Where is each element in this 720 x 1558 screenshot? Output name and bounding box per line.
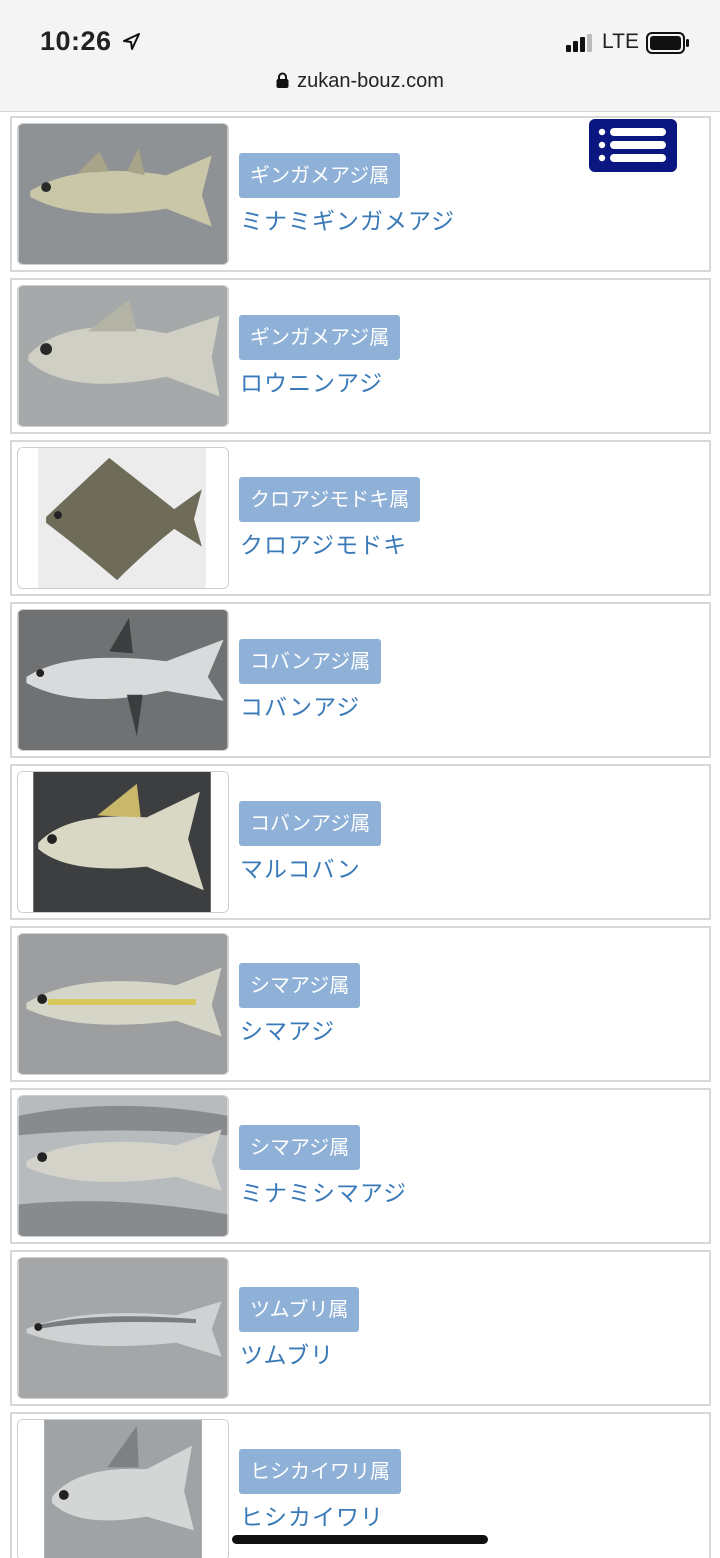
genus-badge[interactable]: シマアジ属: [239, 963, 361, 1008]
genus-badge[interactable]: コバンアジ属: [239, 639, 382, 684]
species-name-link[interactable]: ミナミギンガメアジ: [240, 202, 455, 236]
genus-badge[interactable]: ツムブリ属: [239, 1287, 360, 1332]
genus-badge[interactable]: コバンアジ属: [239, 801, 382, 846]
genus-badge[interactable]: ヒシカイワリ属: [239, 1449, 401, 1494]
genus-badge[interactable]: クロアジモドキ属: [239, 477, 421, 522]
species-name-link[interactable]: ミナミシマアジ: [240, 1174, 407, 1208]
list-item[interactable]: コバンアジ属 マルコバン: [10, 764, 711, 920]
list-item[interactable]: シマアジ属 ミナミシマアジ: [10, 1088, 711, 1244]
address-bar[interactable]: zukan-bouz.com: [0, 70, 720, 93]
fish-thumbnail[interactable]: [17, 1095, 229, 1237]
fish-photo-image: [18, 124, 228, 264]
fish-thumbnail[interactable]: [17, 123, 229, 265]
species-name-link[interactable]: コバンアジ: [240, 688, 360, 722]
species-name-link[interactable]: ロウニンアジ: [240, 364, 383, 398]
species-name-link[interactable]: シマアジ: [240, 1012, 335, 1046]
genus-badge[interactable]: ギンガメアジ属: [239, 315, 401, 360]
species-list: ギンガメアジ属 ミナミギンガメアジ ギンガメアジ属 ロウニンアジ クロアジモドキ…: [10, 116, 711, 1558]
list-item[interactable]: シマアジ属 シマアジ: [10, 926, 711, 1082]
hamburger-menu-icon: [598, 128, 666, 162]
species-name-link[interactable]: クロアジモドキ: [240, 526, 407, 560]
genus-badge[interactable]: シマアジ属: [239, 1125, 361, 1170]
signal-strength-icon: [566, 34, 592, 52]
fish-thumbnail[interactable]: [17, 1257, 229, 1399]
fish-photo-image: [18, 772, 228, 912]
fish-thumbnail[interactable]: [17, 609, 229, 751]
fish-photo-image: [18, 1258, 228, 1398]
list-item[interactable]: ツムブリ属 ツムブリ: [10, 1250, 711, 1406]
fish-photo-image: [18, 610, 228, 750]
fish-photo-image: [18, 448, 228, 588]
lock-icon: [276, 72, 289, 88]
species-name-link[interactable]: ツムブリ: [240, 1336, 334, 1370]
fish-photo-image: [18, 286, 228, 426]
battery-icon: [646, 32, 689, 54]
fish-thumbnail[interactable]: [17, 1419, 229, 1558]
list-item[interactable]: クロアジモドキ属 クロアジモドキ: [10, 440, 711, 596]
fish-thumbnail[interactable]: [17, 285, 229, 427]
home-indicator[interactable]: [232, 1535, 488, 1544]
list-item[interactable]: コバンアジ属 コバンアジ: [10, 602, 711, 758]
species-name-link[interactable]: マルコバン: [240, 850, 361, 884]
status-time: 10:26: [40, 26, 112, 56]
species-name-link[interactable]: ヒシカイワリ: [240, 1498, 384, 1532]
fish-thumbnail[interactable]: [17, 771, 229, 913]
url-text: zukan-bouz.com: [297, 70, 444, 92]
fish-thumbnail[interactable]: [17, 933, 229, 1075]
fish-photo-image: [18, 934, 228, 1074]
fish-thumbnail[interactable]: [17, 447, 229, 589]
list-item[interactable]: ギンガメアジ属 ロウニンアジ: [10, 278, 711, 434]
fish-photo-image: [18, 1096, 228, 1236]
genus-badge[interactable]: ギンガメアジ属: [239, 153, 401, 198]
fish-photo-image: [18, 1420, 228, 1558]
menu-button[interactable]: [589, 119, 677, 172]
status-bar: 10:26 LTE zukan-bouz.com: [0, 0, 720, 112]
location-arrow-icon: [123, 33, 140, 50]
network-type: LTE: [602, 30, 639, 53]
